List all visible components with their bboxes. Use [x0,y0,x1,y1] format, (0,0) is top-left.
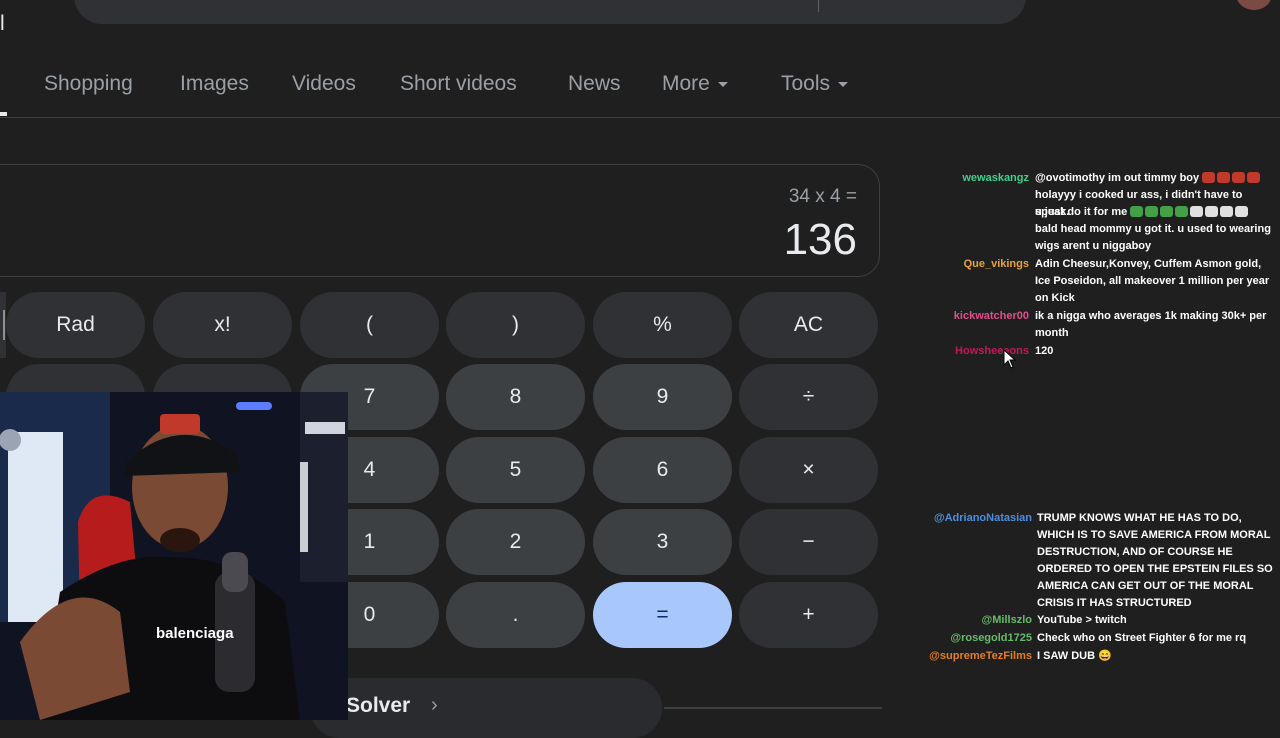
percent-button[interactable]: % [593,292,732,358]
chat-text: u just do it for me [1035,204,1275,221]
tab-images-label: Images [180,72,249,95]
section-divider [664,707,882,709]
search-bar[interactable] [74,0,1026,24]
webcam-overlay: balenciaga [0,392,348,720]
factorial-button[interactable]: x! [153,292,292,358]
tab-short-videos[interactable]: Short videos [400,72,517,96]
tab-more[interactable]: More [662,72,728,96]
emote-icon [1235,206,1249,217]
emote-icon [1217,172,1231,183]
multiply-button[interactable]: × [739,437,878,503]
shirt-text: balenciaga [156,625,234,642]
emote-icon [1130,206,1144,217]
toggle-separator [3,310,5,340]
solver-label: Solver [346,694,411,717]
emote-icon [1145,206,1159,217]
chat-text-content: @ovotimothy im out timmy boy [1035,172,1200,184]
decimal-button[interactable]: . [446,582,585,648]
six-button[interactable]: 6 [593,437,732,503]
chat-username: kickwatcher00 [953,310,1029,322]
clear-button[interactable]: AC [739,292,878,358]
chat-text-content: u just do it for me [1035,206,1128,218]
active-tab-indicator [0,112,7,116]
tabs-divider [0,117,1280,118]
emote-icon [1247,172,1261,183]
emote-icon [1232,172,1246,183]
tab-tools[interactable]: Tools [781,72,849,96]
tab-tools-label: Tools [781,72,831,95]
calculator-expression: 34 x 4 = [788,186,857,207]
chat-username: @Millszlo [981,614,1032,626]
tab-more-label: More [662,72,710,95]
open-paren-button[interactable]: ( [300,292,439,358]
chat-text: ik a nigga who averages 1k making 30k+ p… [1035,310,1267,339]
chat-username: wewaskangz [962,172,1029,184]
equals-button[interactable]: = [593,582,732,648]
calculator-display: 34 x 4 = 136 [0,164,880,277]
two-button[interactable]: 2 [446,509,585,575]
emote-icon [1202,172,1216,183]
chat-username: @AdrianoNatasian [933,512,1032,524]
caret-down-icon [717,81,728,87]
tab-images[interactable]: Images [180,72,249,96]
chat-text: YouTube > twitch [1037,614,1127,626]
mouse-cursor-icon [1003,349,1017,369]
chat-text: bald head mommy u got it. u used to wear… [1035,223,1271,252]
divide-button[interactable]: ÷ [739,364,878,430]
tab-news-label: News [568,72,621,95]
tab-videos[interactable]: Videos [292,72,356,96]
nine-button[interactable]: 9 [593,364,732,430]
chat-username: @rosegold1725 [950,632,1032,644]
chat-username: Que_vikings [963,258,1029,270]
tab-all[interactable]: l [0,12,5,36]
emote-icon [1175,206,1189,217]
chat-text: 120 [1035,345,1054,357]
calculator-result: 136 [783,215,857,264]
chat-text: TRUMP KNOWS WHAT HE HAS TO DO, WHICH IS … [1037,512,1273,609]
chat-text: Check who on Street Fighter 6 for me rq [1037,632,1247,644]
caret-down-icon [838,81,849,87]
close-paren-button[interactable]: ) [446,292,585,358]
chat-text: I SAW DUB 😄 [1037,650,1112,662]
eight-button[interactable]: 8 [446,364,585,430]
search-bar-divider [818,0,819,12]
emote-icon [1190,206,1204,217]
streamer-video: balenciaga [0,392,348,720]
three-button[interactable]: 3 [593,509,732,575]
chat-username: @supremeTezFilms [929,650,1032,662]
five-button[interactable]: 5 [446,437,585,503]
emote-icon [1220,206,1234,217]
emote-icon [1160,206,1174,217]
tab-shopping[interactable]: Shopping [44,72,133,96]
tab-news[interactable]: News [568,72,621,96]
chevron-right-icon: › [431,694,438,716]
emote-icon [1205,206,1219,217]
avatar[interactable] [1236,0,1272,10]
chat-text: Adin Cheesur,Konvey, Cuffem Asmon gold, … [1035,258,1270,304]
plus-button[interactable]: + [739,582,878,648]
tab-videos-label: Videos [292,72,356,95]
tab-short-videos-label: Short videos [400,72,517,95]
tab-shopping-label: Shopping [44,72,133,95]
chat-text: @ovotimothy im out timmy boy [1035,170,1275,187]
minus-button[interactable]: − [739,509,878,575]
rad-button[interactable]: Rad [6,292,145,358]
